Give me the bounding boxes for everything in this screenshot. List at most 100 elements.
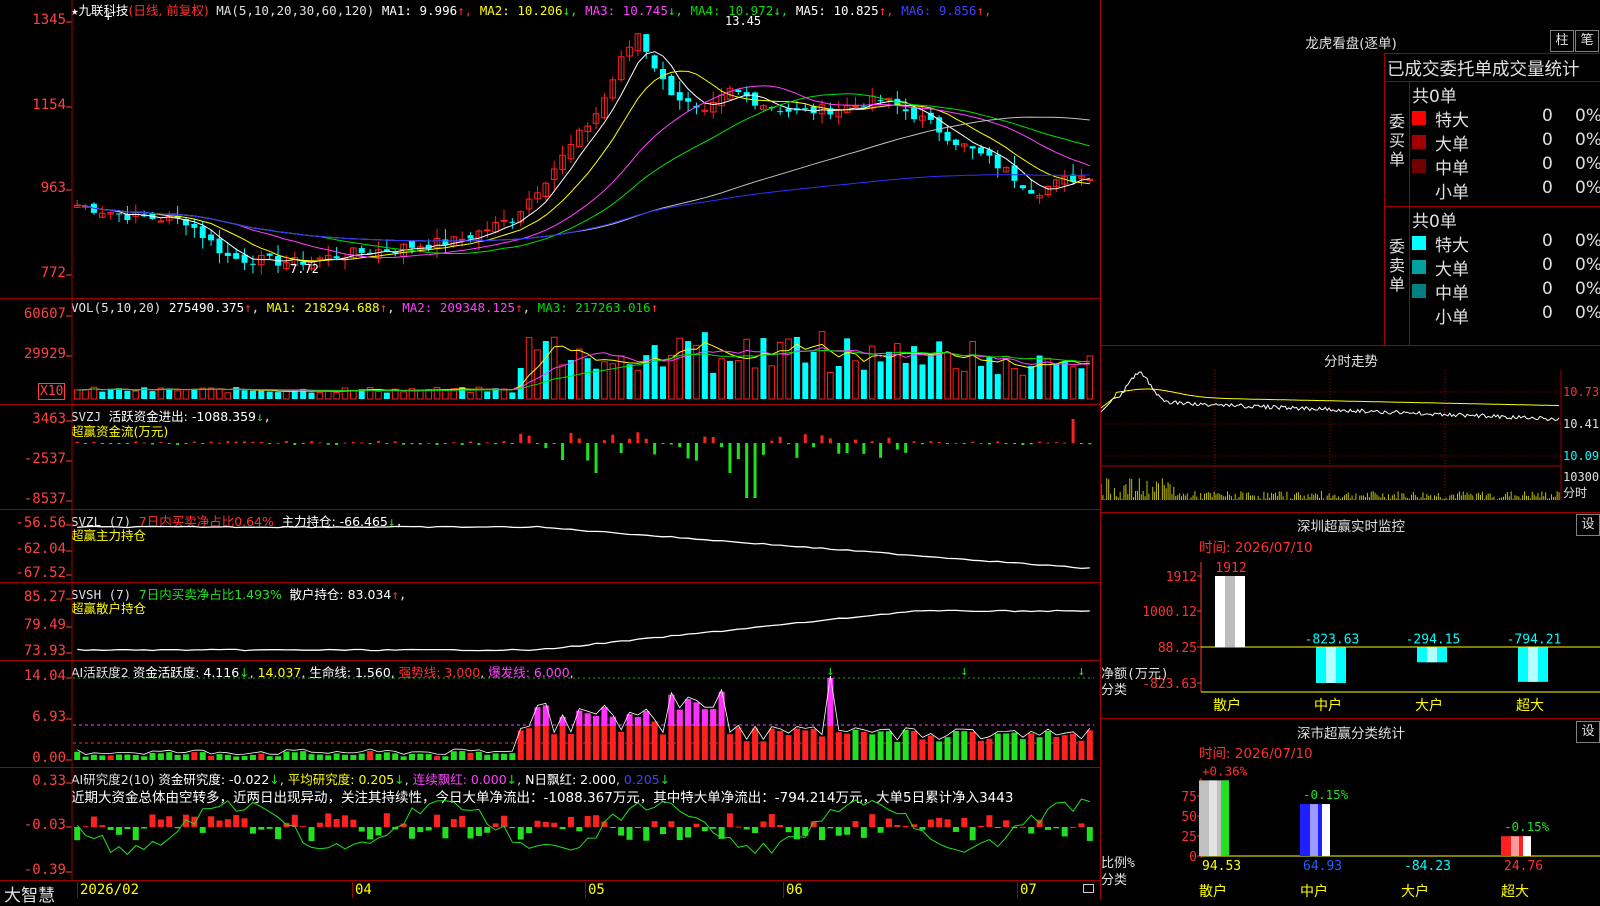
volume-bar xyxy=(1078,368,1085,399)
research-bar xyxy=(475,827,482,836)
flow-bar xyxy=(435,443,439,445)
sell-row-percent: 0% xyxy=(1575,255,1600,275)
buy-row-percent: 0% xyxy=(1575,106,1600,126)
lhb-title: 龙虎看盘(逐单) xyxy=(1305,36,1397,52)
activity-bar xyxy=(459,751,466,760)
volume-bar xyxy=(99,391,106,399)
research-bar xyxy=(919,827,926,830)
svzj-panel[interactable]: SVZJ 活跃资金进出: -1088.359↓, 超赢资金流(万元) 3463-… xyxy=(0,405,1100,509)
ai2-axis-label: -0.03 xyxy=(23,817,66,833)
research-bar xyxy=(375,827,382,836)
activity-bar xyxy=(752,728,759,760)
activity-bar-burst xyxy=(634,717,641,726)
right-panel: 龙虎看盘(逐单) 柱 笔 已成交委托单成交量统计 委买单 共0单 特大 0 0% 大单… xyxy=(1101,0,1600,900)
flow-bar xyxy=(259,441,263,443)
activity-bar xyxy=(157,753,164,760)
flow-bar xyxy=(987,443,991,445)
candle xyxy=(810,106,817,114)
activity-bar xyxy=(952,731,959,760)
volume-bar xyxy=(626,364,633,399)
svzl-chart[interactable] xyxy=(0,510,1100,582)
classify-bar-shade xyxy=(1310,804,1318,856)
volume-panel[interactable]: VOL(5,10,20) 275490.375↑, MA1: 218294.68… xyxy=(0,299,1100,404)
candle xyxy=(735,89,742,93)
volume-bar xyxy=(534,349,541,400)
activity-bar xyxy=(333,753,340,760)
price-axis-label: 1345 xyxy=(32,12,66,28)
activity-bar xyxy=(408,753,415,760)
activity-bar xyxy=(199,752,206,760)
svsh-panel[interactable]: SVSH (7) 7日内买卖净占比1.493% 散户持仓: 83.034↑, 超… xyxy=(0,583,1100,660)
svzl-panel[interactable]: SVZL (7) 7日内买卖净占比0.64% 主力持仓: -66.465↓, 超… xyxy=(0,510,1100,582)
research-bar xyxy=(869,814,876,827)
lock-icon[interactable] xyxy=(1083,884,1094,893)
classify-chart[interactable]: 75 50 25 0 +0.36% 94.53 散户 -0.15% 64.93 中户 -84.23 大… xyxy=(1101,758,1600,900)
sell-color-swatch xyxy=(1412,260,1426,274)
monitor-settings-button[interactable]: 设 xyxy=(1576,514,1600,536)
research-bar xyxy=(1078,823,1085,827)
volume-bar xyxy=(668,354,675,400)
flow-bar xyxy=(469,441,473,443)
research-bar xyxy=(986,815,993,827)
svsh-chart[interactable] xyxy=(0,583,1100,660)
ai-research-panel[interactable]: AI研究度2(10) 资金研究度: -0.022↓, 平均研究度: 0.205↓… xyxy=(0,768,1100,880)
kline-chart[interactable]: 13.45 7.72 + xyxy=(0,0,1100,298)
classify-top-label: +0.36% xyxy=(1202,763,1248,778)
research-bar xyxy=(819,827,826,841)
monitor-chart[interactable]: 19121000.1288.25-823.631912散户-823.63中户-2… xyxy=(1101,552,1600,718)
volume-bar xyxy=(818,331,826,400)
buy-row-percent: 0% xyxy=(1575,178,1600,198)
activity-bar xyxy=(760,741,767,760)
research-bar xyxy=(793,827,800,840)
buy-row-value: 0 xyxy=(1542,130,1553,150)
chart-area[interactable]: ★九联科技(日线, 前复权) MA(5,10,20,30,60,120) MA1… xyxy=(0,0,1100,880)
research-bar xyxy=(936,817,943,827)
intraday-chart[interactable]: 10.73 10.41 10.09 10300 分时 xyxy=(1101,370,1600,512)
monitor-title: 深圳超赢实时监控 xyxy=(1297,519,1405,535)
classify-settings-button[interactable]: 设 xyxy=(1576,721,1600,743)
sell-row-percent: 0% xyxy=(1575,279,1600,299)
flow-bar xyxy=(661,443,665,444)
activity-bar xyxy=(425,754,432,760)
sell-label-text: 委卖单 xyxy=(1389,237,1406,294)
buy-color-swatch xyxy=(1412,135,1426,149)
volume-bar xyxy=(442,390,449,400)
flow-bar xyxy=(251,441,255,443)
flow-bar xyxy=(678,443,682,448)
volume-chart[interactable] xyxy=(0,299,1100,404)
flow-bar xyxy=(770,440,774,443)
svzj-axis-label: -2537 xyxy=(23,451,66,467)
ai-activity-chart[interactable]: ↓ ↓ ↓ xyxy=(0,661,1100,767)
activity-bar-burst xyxy=(576,710,583,726)
buy-color-swatch xyxy=(1412,111,1426,125)
ai-activity-panel[interactable]: AI活跃度2 资金活跃度: 4.116↓, 14.037, 生命线: 1.560… xyxy=(0,661,1100,767)
sell-row-value: 0 xyxy=(1542,231,1553,251)
volume-bar xyxy=(760,338,767,399)
flow-bar xyxy=(552,443,556,444)
research-bar xyxy=(576,827,583,832)
research-bar xyxy=(660,827,667,835)
research-bar xyxy=(668,821,675,827)
ai-research-chart[interactable] xyxy=(0,768,1100,880)
volume-bar xyxy=(927,354,934,399)
research-bar xyxy=(417,827,424,833)
activity-bar xyxy=(191,752,198,760)
kline-panel[interactable]: ★九联科技(日线, 前复权) MA(5,10,20,30,60,120) MA1… xyxy=(0,0,1100,298)
volume-bar xyxy=(341,387,349,400)
column-view-button[interactable]: 柱 xyxy=(1550,30,1574,52)
buy-row-percent: 0% xyxy=(1575,130,1600,150)
activity-bar xyxy=(216,754,223,760)
flow-bar xyxy=(1021,443,1025,445)
volume-bar xyxy=(333,392,340,400)
candle xyxy=(358,248,365,253)
vol-axis-label: 60607 xyxy=(23,306,66,322)
volume-bar xyxy=(1061,361,1068,399)
activity-bar-burst xyxy=(685,699,692,726)
research-bar xyxy=(693,823,700,827)
research-bar xyxy=(1086,827,1093,841)
research-bar xyxy=(735,826,742,828)
svzj-chart[interactable] xyxy=(0,405,1100,509)
pen-view-button[interactable]: 笔 xyxy=(1575,30,1599,52)
activity-bar xyxy=(149,753,156,760)
buy-row-name: 中单 xyxy=(1435,159,1469,179)
